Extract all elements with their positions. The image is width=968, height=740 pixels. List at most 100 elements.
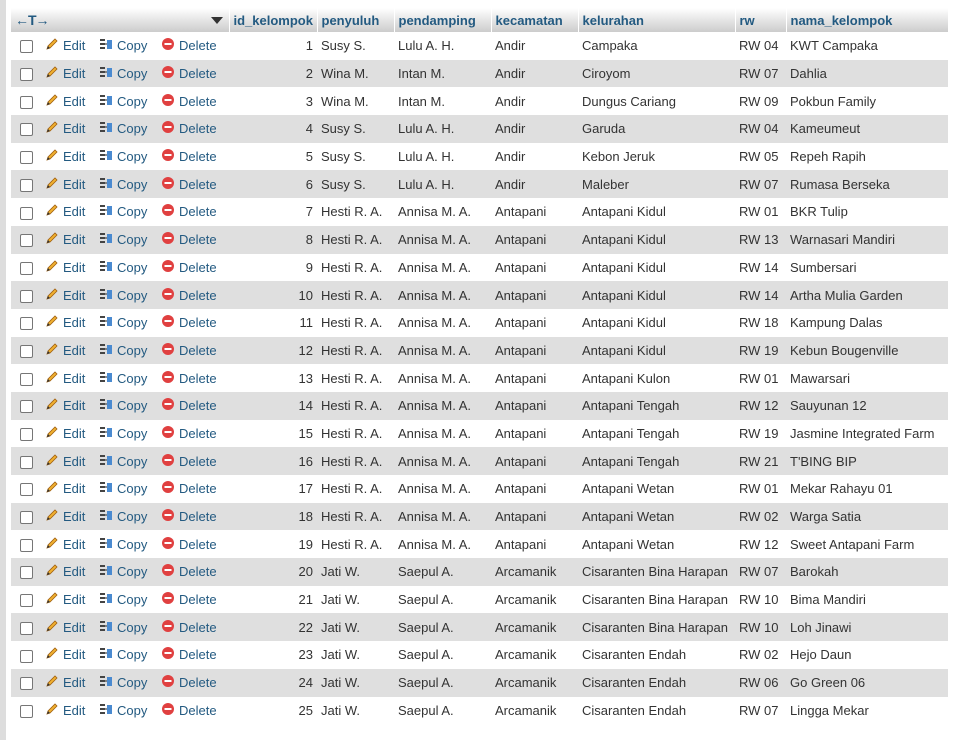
copy-button[interactable]: Copy	[99, 674, 147, 691]
column-header-nama-kelompok[interactable]: nama_kelompok	[786, 8, 949, 32]
cell-pendamping[interactable]: Lulu A. H.	[394, 115, 491, 143]
delete-button[interactable]: Delete	[161, 370, 217, 387]
copy-button[interactable]: Copy	[99, 480, 147, 497]
checkbox-icon[interactable]	[19, 40, 33, 54]
cell-rw[interactable]: RW 14	[735, 281, 786, 309]
cell-kecamatan[interactable]: Andir	[491, 170, 578, 199]
checkbox-icon[interactable]	[19, 123, 33, 137]
cell-rw[interactable]: RW 12	[735, 391, 786, 420]
cell-nama-kelompok[interactable]: T'BING BIP	[786, 447, 948, 475]
delete-button[interactable]: Delete	[161, 65, 217, 82]
cell-penyuluh[interactable]: Susy S.	[317, 32, 394, 60]
delete-button[interactable]: Delete	[161, 259, 217, 276]
cell-penyuluh[interactable]: Hesti R. A.	[317, 447, 394, 475]
checkbox-icon[interactable]	[19, 178, 33, 192]
copy-button[interactable]: Copy	[99, 619, 147, 636]
checkbox-icon[interactable]	[19, 317, 33, 331]
cell-nama-kelompok[interactable]: Loh Jinawi	[786, 613, 948, 642]
edit-button[interactable]: Edit	[45, 342, 85, 359]
cell-rw[interactable]: RW 07	[735, 696, 786, 725]
cell-id-kelompok[interactable]: 13	[229, 364, 317, 392]
row-select-checkbox[interactable]	[11, 336, 41, 365]
cell-pendamping[interactable]: Annisa M. A.	[394, 336, 491, 365]
cell-rw[interactable]: RW 10	[735, 613, 786, 642]
copy-button[interactable]: Copy	[99, 370, 147, 387]
delete-button[interactable]: Delete	[161, 425, 217, 442]
cell-kelurahan[interactable]: Antapani Tengah	[578, 419, 735, 448]
edit-button[interactable]: Edit	[45, 480, 85, 497]
copy-button[interactable]: Copy	[99, 508, 147, 525]
cell-penyuluh[interactable]: Hesti R. A.	[317, 198, 394, 226]
cell-kecamatan[interactable]: Arcamanik	[491, 668, 578, 697]
row-select-checkbox[interactable]	[11, 530, 41, 559]
edit-button[interactable]: Edit	[45, 231, 85, 248]
cell-penyuluh[interactable]: Jati W.	[317, 641, 394, 669]
cell-pendamping[interactable]: Annisa M. A.	[394, 308, 491, 337]
cell-kelurahan[interactable]: Cisaranten Endah	[578, 696, 735, 725]
row-select-checkbox[interactable]	[11, 142, 41, 171]
cell-nama-kelompok[interactable]: Repeh Rapih	[786, 142, 948, 171]
delete-button[interactable]: Delete	[161, 508, 217, 525]
delete-button[interactable]: Delete	[161, 536, 217, 553]
cell-id-kelompok[interactable]: 6	[229, 170, 317, 199]
cell-penyuluh[interactable]: Hesti R. A.	[317, 475, 394, 503]
cell-kecamatan[interactable]: Andir	[491, 32, 578, 60]
cell-nama-kelompok[interactable]: Sumbersari	[786, 253, 948, 282]
cell-kelurahan[interactable]: Cisaranten Endah	[578, 668, 735, 697]
cell-kecamatan[interactable]: Antapani	[491, 281, 578, 309]
cell-id-kelompok[interactable]: 10	[229, 281, 317, 309]
cell-penyuluh[interactable]: Susy S.	[317, 170, 394, 199]
edit-button[interactable]: Edit	[45, 176, 85, 193]
delete-button[interactable]: Delete	[161, 93, 217, 110]
row-select-checkbox[interactable]	[11, 32, 41, 60]
cell-pendamping[interactable]: Annisa M. A.	[394, 198, 491, 226]
cell-nama-kelompok[interactable]: Hejo Daun	[786, 641, 948, 669]
cell-id-kelompok[interactable]: 22	[229, 613, 317, 642]
cell-kelurahan[interactable]: Antapani Kidul	[578, 198, 735, 226]
cell-kecamatan[interactable]: Antapani	[491, 391, 578, 420]
column-resize-arrows-icon[interactable]: ←T→	[15, 12, 50, 28]
delete-button[interactable]: Delete	[161, 176, 217, 193]
cell-nama-kelompok[interactable]: Rumasa Berseka	[786, 170, 948, 199]
copy-button[interactable]: Copy	[99, 314, 147, 331]
checkbox-icon[interactable]	[19, 621, 33, 635]
delete-button[interactable]: Delete	[161, 591, 217, 608]
copy-button[interactable]: Copy	[99, 702, 147, 719]
cell-kecamatan[interactable]: Arcamanik	[491, 558, 578, 586]
cell-id-kelompok[interactable]: 17	[229, 475, 317, 503]
cell-rw[interactable]: RW 13	[735, 225, 786, 254]
column-header-penyuluh[interactable]: penyuluh	[317, 8, 395, 32]
cell-pendamping[interactable]: Annisa M. A.	[394, 502, 491, 531]
cell-id-kelompok[interactable]: 12	[229, 336, 317, 365]
edit-button[interactable]: Edit	[45, 536, 85, 553]
cell-id-kelompok[interactable]: 20	[229, 558, 317, 586]
cell-penyuluh[interactable]: Hesti R. A.	[317, 253, 394, 282]
delete-button[interactable]: Delete	[161, 287, 217, 304]
delete-button[interactable]: Delete	[161, 231, 217, 248]
cell-nama-kelompok[interactable]: Kebun Bougenville	[786, 336, 948, 365]
cell-id-kelompok[interactable]: 7	[229, 198, 317, 226]
cell-penyuluh[interactable]: Wina M.	[317, 87, 394, 116]
cell-pendamping[interactable]: Saepul A.	[394, 613, 491, 642]
cell-penyuluh[interactable]: Hesti R. A.	[317, 364, 394, 392]
copy-button[interactable]: Copy	[99, 536, 147, 553]
row-select-checkbox[interactable]	[11, 364, 41, 392]
edit-button[interactable]: Edit	[45, 425, 85, 442]
cell-pendamping[interactable]: Intan M.	[394, 59, 491, 88]
cell-rw[interactable]: RW 19	[735, 419, 786, 448]
edit-button[interactable]: Edit	[45, 93, 85, 110]
cell-kelurahan[interactable]: Antapani Kidul	[578, 253, 735, 282]
cell-nama-kelompok[interactable]: Sauyunan 12	[786, 391, 948, 420]
cell-kelurahan[interactable]: Antapani Kidul	[578, 225, 735, 254]
cell-penyuluh[interactable]: Hesti R. A.	[317, 391, 394, 420]
cell-rw[interactable]: RW 06	[735, 668, 786, 697]
cell-id-kelompok[interactable]: 16	[229, 447, 317, 475]
cell-penyuluh[interactable]: Jati W.	[317, 585, 394, 614]
edit-button[interactable]: Edit	[45, 370, 85, 387]
cell-pendamping[interactable]: Saepul A.	[394, 585, 491, 614]
delete-button[interactable]: Delete	[161, 702, 217, 719]
cell-kecamatan[interactable]: Antapani	[491, 336, 578, 365]
cell-rw[interactable]: RW 12	[735, 530, 786, 559]
copy-button[interactable]: Copy	[99, 425, 147, 442]
row-select-checkbox[interactable]	[11, 87, 41, 116]
